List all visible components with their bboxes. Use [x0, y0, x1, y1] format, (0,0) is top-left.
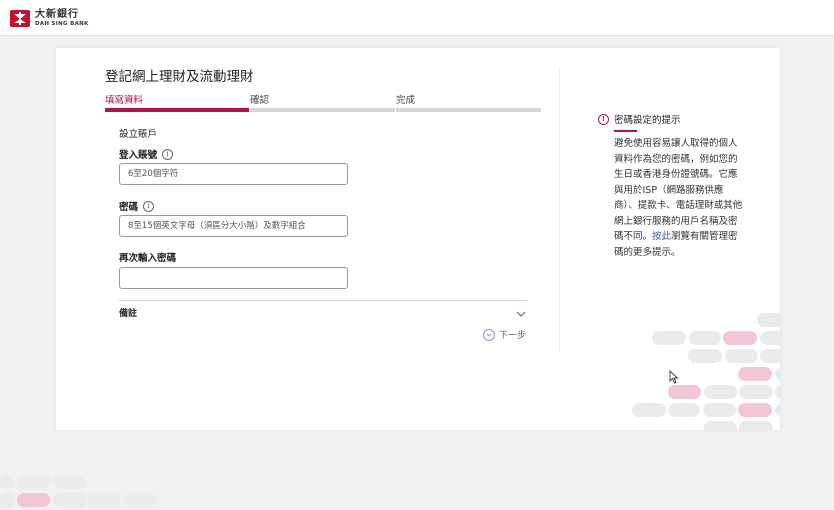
remarks-divider: [119, 300, 527, 301]
vertical-divider: [559, 68, 560, 352]
step-bar-confirm: [250, 108, 395, 112]
tips-underline: [614, 130, 637, 132]
next-button[interactable]: 下一步: [483, 328, 526, 341]
tips-link[interactable]: 按此: [652, 231, 671, 242]
progress-steps: 填寫資料 確認 完成: [105, 92, 541, 114]
step-bar-fill-in: [105, 108, 249, 112]
chevron-down-icon[interactable]: [515, 304, 527, 317]
info-icon[interactable]: i: [162, 148, 174, 160]
password-label: 密碼 i: [119, 199, 155, 213]
top-bar: 大新銀行 DAH SING BANK: [0, 0, 834, 36]
confirm-password-input[interactable]: [119, 267, 348, 289]
next-button-label: 下一步: [499, 331, 527, 341]
confirm-password-label-text: 再次輸入密碼: [119, 253, 177, 264]
step-complete: 完成: [396, 95, 416, 106]
section-label: 設立賬戶: [119, 129, 158, 140]
login-account-input[interactable]: [119, 163, 348, 185]
dah-sing-logo-icon: [10, 10, 30, 28]
password-input[interactable]: [119, 215, 348, 237]
tips-title: 密碼設定的提示: [614, 115, 681, 126]
login-account-label: 登入賬號 i: [119, 147, 174, 161]
exclamation-circle-icon: !: [598, 113, 609, 125]
step-bar-complete: [396, 108, 541, 112]
step-fill-in: 填寫資料: [105, 95, 144, 106]
page-title: 登記網上理財及流動理財: [105, 69, 254, 85]
remarks-label[interactable]: 備註: [119, 306, 137, 319]
mouse-cursor-icon: [669, 369, 680, 384]
tips-header: ! 密碼設定的提示: [598, 112, 681, 126]
chevron-right-circle-icon: [483, 328, 495, 341]
logo-name-zh: 大新銀行: [35, 9, 79, 20]
bank-logo[interactable]: 大新銀行 DAH SING BANK: [10, 10, 89, 28]
login-account-label-text: 登入賬號: [119, 150, 158, 161]
confirm-password-label: 再次輸入密碼: [119, 250, 176, 264]
tips-body: 避免使用容易讓人取得的個人資料作為您的密碼，例如您的生日或香港身份證號碼。它應與…: [614, 136, 746, 260]
tips-body-text: 避免使用容易讓人取得的個人資料作為您的密碼，例如您的生日或香港身份證號碼。它應與…: [614, 138, 743, 242]
logo-name-en: DAH SING BANK: [35, 21, 89, 27]
info-icon[interactable]: i: [143, 200, 155, 212]
step-confirm: 確認: [250, 95, 270, 106]
password-label-text: 密碼: [119, 202, 139, 213]
